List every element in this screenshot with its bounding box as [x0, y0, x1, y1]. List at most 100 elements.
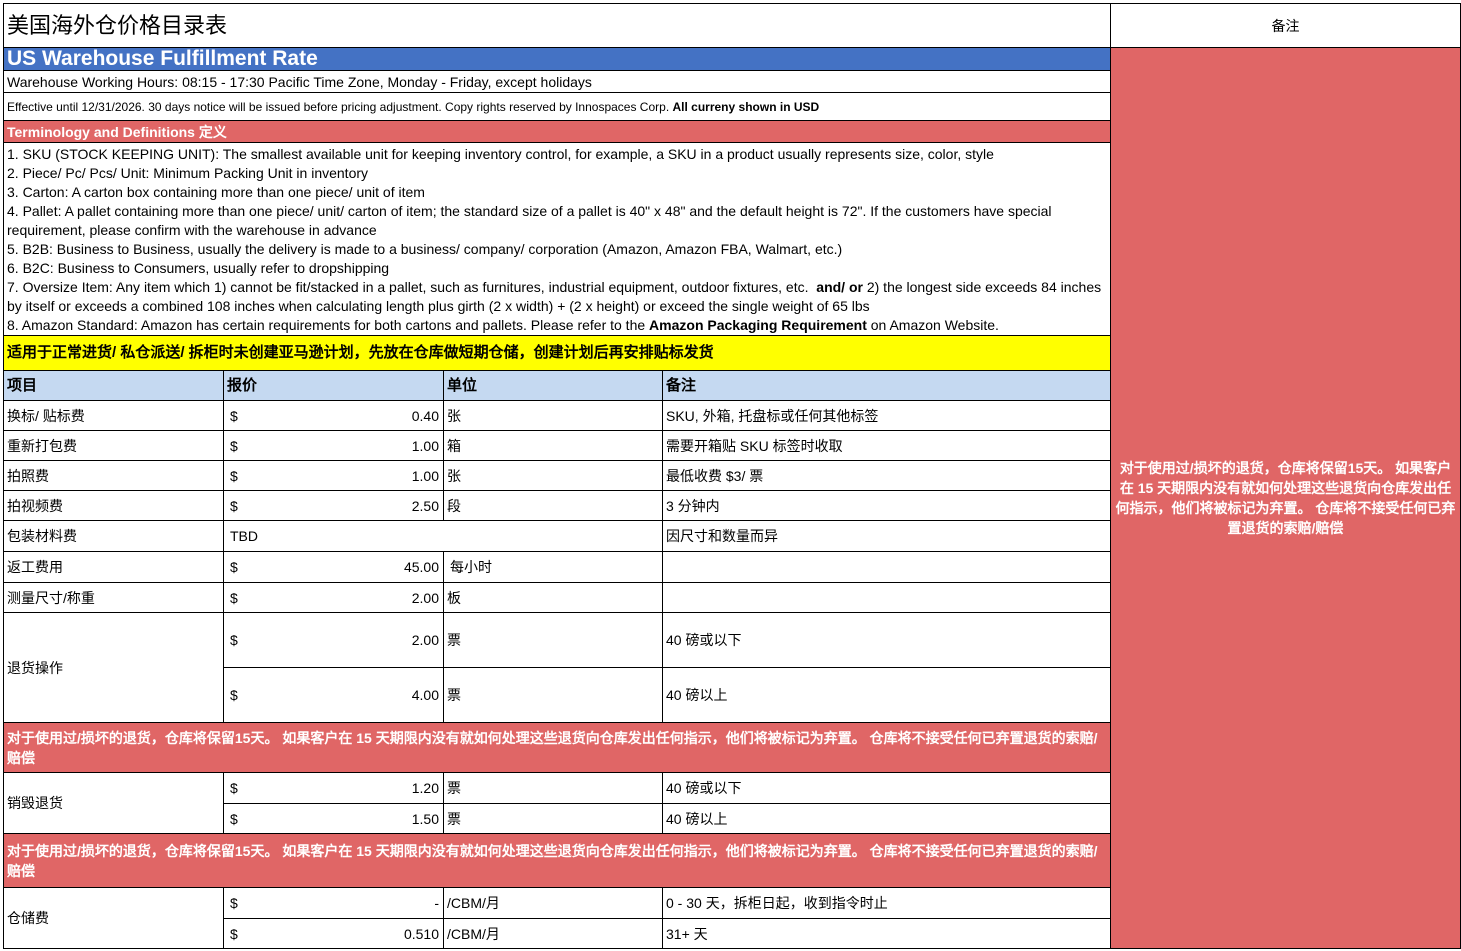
effective-note[interactable]: Effective until 12/31/2026. 30 days noti… [3, 92, 1110, 120]
row-price-value: TBD [230, 528, 258, 544]
table-row-note[interactable]: 40 磅以上 [662, 803, 1110, 833]
table-row-item[interactable]: 重新打包费 [3, 430, 223, 460]
table-row-price[interactable]: $2.00 [223, 612, 443, 667]
row-note-text: 40 磅以上 [666, 810, 728, 827]
col-header-price-text: 报价 [227, 376, 258, 394]
table-row-unit[interactable]: 段 [443, 490, 662, 520]
definition-3: 3. Carton: A carton box containing more … [7, 184, 425, 200]
table-row-price[interactable]: $2.00 [223, 582, 443, 612]
currency-symbol: $ [230, 687, 238, 703]
table-row-note[interactable]: 40 磅或以下 [662, 612, 1110, 667]
row-item-text: 拍视频费 [7, 497, 63, 514]
definitions-block[interactable]: 1. SKU (STOCK KEEPING UNIT): The smalles… [3, 142, 1110, 335]
table-row-unit[interactable]: /CBM/月 [443, 887, 662, 918]
table-row-note[interactable]: 3 分钟内 [662, 490, 1110, 520]
table-row-price[interactable]: $1.20 [223, 772, 443, 803]
currency-note: All curreny shown in USD [672, 99, 820, 114]
sidebar-return-notice[interactable]: 对于使用过/损坏的退货，仓库将保留15天。 如果客户在 15 天期限内没有就如何… [1110, 48, 1461, 949]
table-row-unit[interactable]: 每小时 [443, 551, 662, 582]
table-row-price[interactable]: $1.00 [223, 430, 443, 460]
table-row-price[interactable]: $45.00 [223, 551, 443, 582]
table-row-item[interactable]: 返工费用 [3, 551, 223, 582]
col-header-price[interactable]: 报价 [223, 370, 443, 400]
definition-8-bold: Amazon Packaging Requirement [649, 317, 867, 333]
row-unit-text: 段 [447, 497, 461, 514]
row-item-text: 换标/ 贴标费 [7, 407, 85, 424]
table-row-unit[interactable]: 张 [443, 460, 662, 490]
definition-8-part-c: on Amazon Website. [870, 317, 999, 333]
table-row-note[interactable]: 需要开箱贴 SKU 标签时收取 [662, 430, 1110, 460]
col-header-unit[interactable]: 单位 [443, 370, 662, 400]
currency-symbol: $ [230, 559, 238, 575]
remarks-header-text: 备注 [1271, 17, 1300, 34]
table-row-item[interactable]: 销毁退货 [3, 772, 223, 833]
table-row-note[interactable]: 40 磅或以下 [662, 772, 1110, 803]
col-header-item[interactable]: 项目 [3, 370, 223, 400]
row-price-value: 2.50 [411, 497, 439, 514]
table-row-item[interactable]: 包装材料费 [3, 520, 223, 551]
table-row-note[interactable] [662, 551, 1110, 582]
table-row-unit[interactable]: 票 [443, 803, 662, 833]
table-row-price[interactable]: $1.50 [223, 803, 443, 833]
table-row-note[interactable]: 31+ 天 [662, 918, 1110, 949]
table-row-price[interactable]: $0.510 [223, 918, 443, 949]
row-note-text: 因尺寸和数量而异 [666, 528, 778, 544]
row-note-text: 40 磅或以下 [666, 632, 742, 648]
row-item-text: 测量尺寸/称重 [7, 589, 95, 606]
currency-symbol: $ [230, 497, 238, 514]
table-row-note[interactable] [662, 582, 1110, 612]
row-note-text: 31+ 天 [666, 925, 708, 942]
table-row-unit[interactable]: 票 [443, 612, 662, 667]
table-row-price[interactable]: $1.00 [223, 460, 443, 490]
col-header-note-text: 备注 [666, 376, 697, 394]
working-hours[interactable]: Warehouse Working Hours: 08:15 - 17:30 P… [3, 70, 1110, 92]
return-notice-text: 对于使用过/损坏的退货，仓库将保留15天。 如果客户在 15 天期限内没有就如何… [7, 842, 1098, 879]
table-row-item[interactable]: 退货操作 [3, 612, 223, 722]
table-row-price[interactable]: $2.50 [223, 490, 443, 520]
row-item-text: 退货操作 [7, 659, 63, 676]
table-row-item[interactable]: 拍视频费 [3, 490, 223, 520]
table-row-price[interactable]: TBD [223, 520, 662, 551]
definition-7-bold: and/ or [816, 279, 863, 295]
currency-symbol: $ [230, 780, 238, 796]
table-row-note[interactable]: 最低收费 $3/ 票 [662, 460, 1110, 490]
row-unit-text: 板 [447, 589, 461, 606]
section-title[interactable]: US Warehouse Fulfillment Rate [3, 48, 1110, 70]
table-row-unit[interactable]: 票 [443, 667, 662, 722]
table-row-item[interactable]: 测量尺寸/称重 [3, 582, 223, 612]
table-row-unit[interactable]: 张 [443, 400, 662, 430]
table-row-price[interactable]: $4.00 [223, 667, 443, 722]
table-row-price[interactable]: $ - [223, 887, 443, 918]
table-row-unit[interactable]: 板 [443, 582, 662, 612]
row-note-text: 3 分钟内 [666, 497, 720, 514]
remarks-header[interactable]: 备注 [1110, 3, 1461, 48]
row-price-value: 2.00 [411, 589, 439, 606]
row-item-text: 重新打包费 [7, 437, 77, 454]
table-row-item[interactable]: 仓储费 [3, 887, 223, 949]
table-row-price[interactable]: $0.40 [223, 400, 443, 430]
table-row-unit[interactable]: 票 [443, 772, 662, 803]
spreadsheet: 美国海外仓价格目录表 备注 对于使用过/损坏的退货，仓库将保留15天。 如果客户… [3, 3, 1461, 949]
return-notice-banner[interactable]: 对于使用过/损坏的退货，仓库将保留15天。 如果客户在 15 天期限内没有就如何… [3, 722, 1110, 772]
row-price-value: 0.40 [411, 407, 439, 424]
table-row-item[interactable]: 换标/ 贴标费 [3, 400, 223, 430]
table-row-note[interactable]: SKU, 外箱, 托盘标或任何其他标签 [662, 400, 1110, 430]
table-row-unit[interactable]: /CBM/月 [443, 918, 662, 949]
terminology-header[interactable]: Terminology and Definitions 定义 [3, 120, 1110, 142]
table-row-note[interactable]: 因尺寸和数量而异 [662, 520, 1110, 551]
page-title[interactable]: 美国海外仓价格目录表 [3, 3, 1110, 48]
yellow-banner[interactable]: 适用于正常进货/ 私仓派送/ 拆柜时未创建亚马逊计划，先放在仓库做短期仓储，创建… [3, 335, 1110, 370]
currency-symbol: $ [230, 589, 238, 606]
row-unit-text: 张 [447, 467, 461, 484]
row-unit-text: /CBM/月 [447, 925, 500, 942]
row-price-value: 0.510 [403, 925, 439, 942]
table-row-item[interactable]: 拍照费 [3, 460, 223, 490]
table-row-unit[interactable]: 箱 [443, 430, 662, 460]
table-row-note[interactable]: 0 - 30 天，拆柜日起，收到指令时止 [662, 887, 1110, 918]
currency-symbol: $ [230, 467, 238, 484]
table-row-note[interactable]: 40 磅以上 [662, 667, 1110, 722]
row-price-value: 4.00 [411, 687, 439, 703]
definition-6: 6. B2C: Business to Consumers, usually r… [7, 260, 390, 276]
return-notice-banner[interactable]: 对于使用过/损坏的退货，仓库将保留15天。 如果客户在 15 天期限内没有就如何… [3, 833, 1110, 887]
col-header-note[interactable]: 备注 [662, 370, 1110, 400]
